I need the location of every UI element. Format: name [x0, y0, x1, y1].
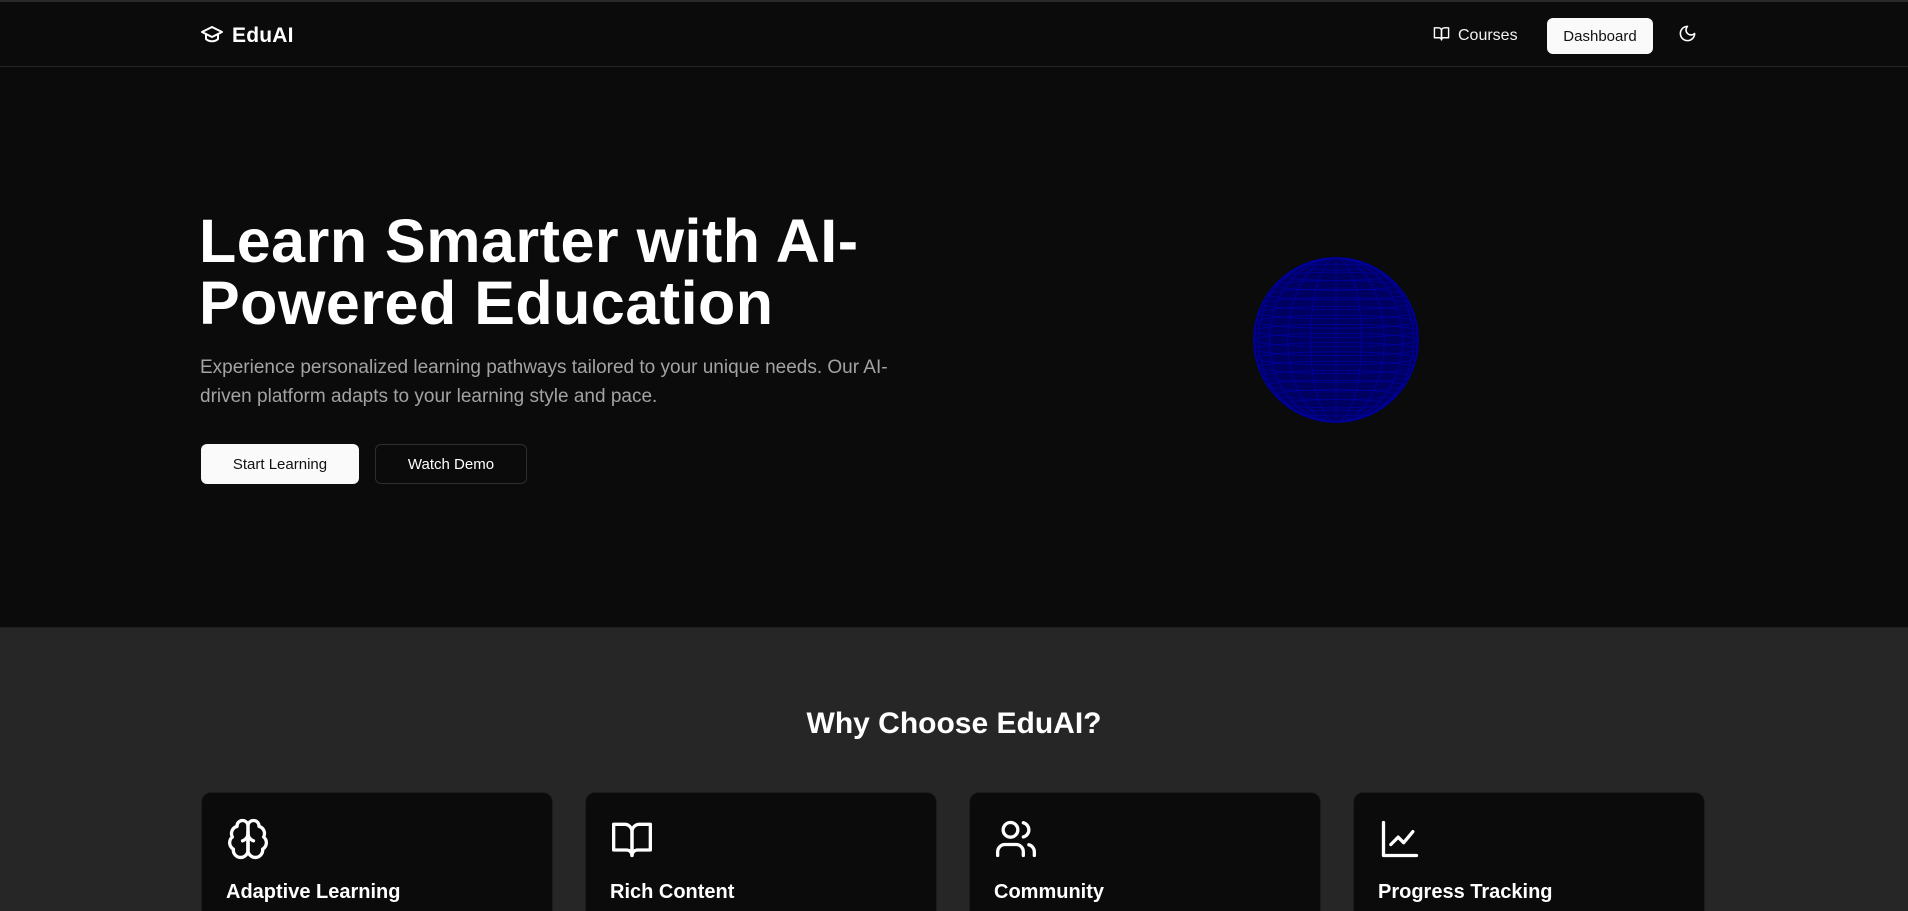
hero-section: Learn Smarter with AI- Powered Education…: [0, 67, 1908, 628]
nav-courses-label: Courses: [1458, 27, 1518, 44]
hero-title-line-1: Learn Smarter with AI-: [199, 207, 859, 275]
wireframe-globe-graphic: [1253, 257, 1419, 423]
feature-card-progress-tracking: Progress Tracking: [1353, 792, 1705, 911]
line-chart-icon: [1378, 817, 1422, 861]
feature-card-title: Progress Tracking: [1378, 881, 1553, 903]
graduation-cap-icon: [200, 22, 224, 51]
brand-name: EduAI: [232, 24, 294, 47]
users-icon: [994, 817, 1038, 861]
book-open-icon: [1433, 25, 1450, 47]
hero-subtitle-line-1: Experience personalized learning pathway…: [200, 357, 888, 378]
nav-courses-link[interactable]: Courses: [1433, 20, 1518, 52]
moon-icon: [1678, 24, 1697, 48]
feature-card-title: Community: [994, 881, 1104, 903]
feature-card-community: Community: [969, 792, 1321, 911]
top-navigation-bar: EduAI Courses Dashboard: [0, 0, 1908, 67]
features-section: Why Choose EduAI? Adaptive Learning Rich: [0, 628, 1908, 911]
hero-title: Learn Smarter with AI- Powered Education: [199, 210, 959, 334]
brain-icon: [226, 817, 270, 861]
watch-demo-button[interactable]: Watch Demo: [375, 444, 527, 484]
feature-card-title: Adaptive Learning: [226, 881, 401, 903]
feature-card-title: Rich Content: [610, 881, 735, 903]
hero-subtitle: Experience personalized learning pathway…: [200, 353, 920, 411]
feature-card-rich-content: Rich Content: [585, 792, 937, 911]
theme-toggle-button[interactable]: [1673, 22, 1701, 50]
page: EduAI Courses Dashboard Learn Smarter wi…: [0, 0, 1908, 911]
feature-card-adaptive-learning: Adaptive Learning: [201, 792, 553, 911]
brand-logo-link[interactable]: EduAI: [200, 22, 294, 50]
hero-subtitle-line-2: driven platform adapts to your learning …: [200, 386, 658, 407]
book-open-icon: [610, 817, 654, 861]
dashboard-button[interactable]: Dashboard: [1547, 18, 1653, 54]
start-learning-button[interactable]: Start Learning: [201, 444, 359, 484]
features-heading: Why Choose EduAI?: [806, 707, 1102, 740]
hero-title-line-2: Powered Education: [199, 269, 774, 337]
